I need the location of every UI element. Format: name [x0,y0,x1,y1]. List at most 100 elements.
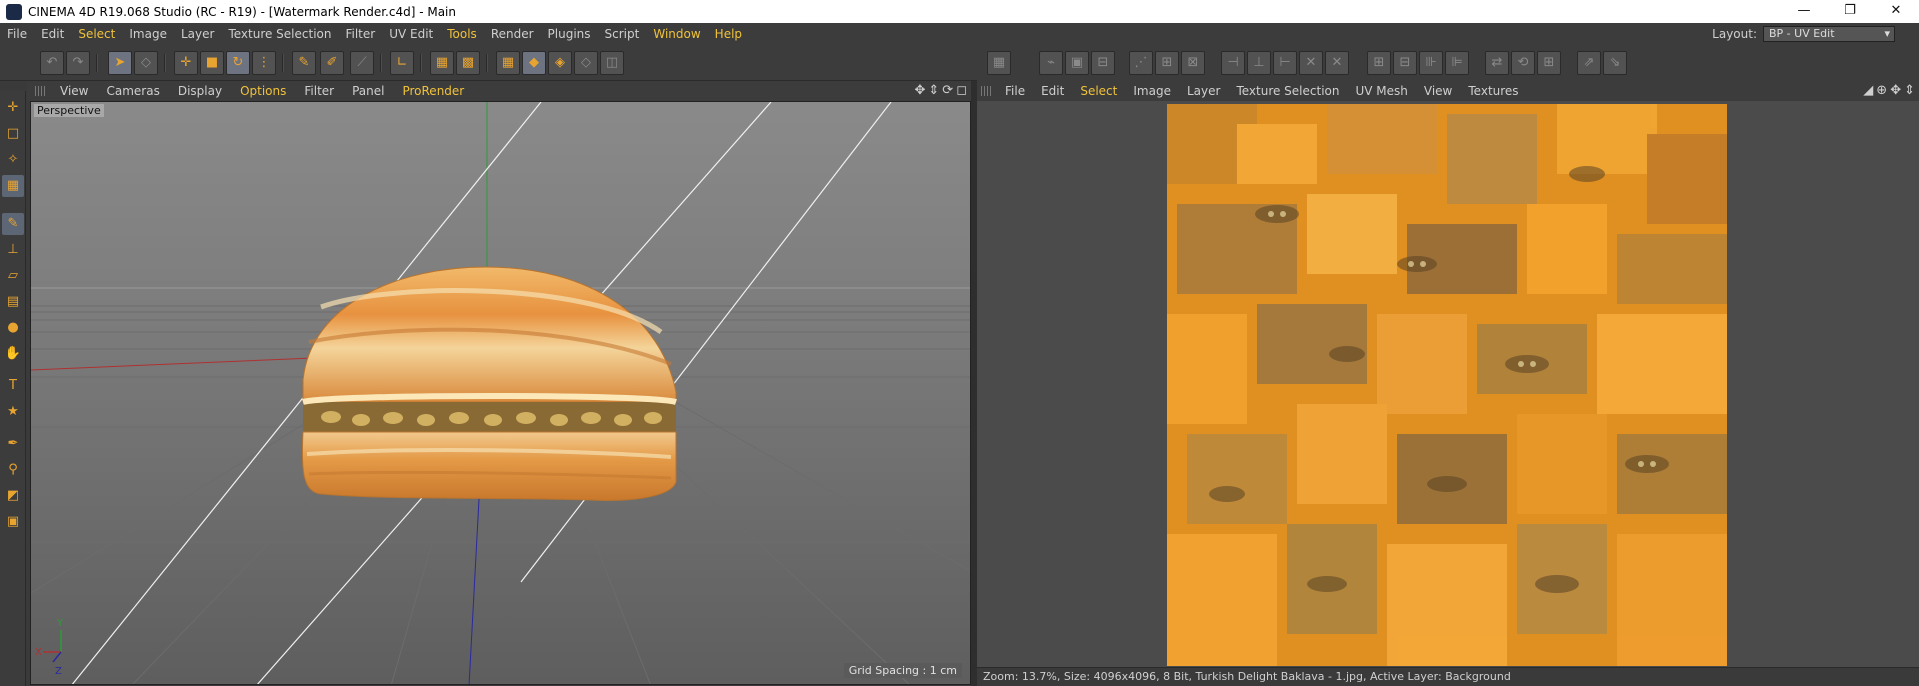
projection-icon[interactable]: ⟋ [350,51,374,75]
uv-align-left-icon[interactable]: ⊣ [1221,51,1245,75]
axis-icon[interactable]: ∟ [390,51,414,75]
uv-pack-icon[interactable]: ⊫ [1445,51,1469,75]
minimize-button[interactable]: — [1781,0,1827,23]
uv-menu-view[interactable]: View [1416,84,1460,98]
uv-frame-icon[interactable]: ▣ [1065,51,1089,75]
menu-plugins[interactable]: Plugins [541,27,598,41]
uv-menu-file[interactable]: File [997,84,1033,98]
viewport-menu-prorender[interactable]: ProRender [393,84,473,98]
stamp-tool-icon[interactable]: ⊥ [2,239,24,261]
menu-filter[interactable]: Filter [338,27,382,41]
uv-stack-icon[interactable]: ⊪ [1419,51,1443,75]
paint-3d-icon[interactable]: ✐ [320,51,344,75]
uv-menu-select[interactable]: Select [1072,84,1125,98]
zoom-view-icon[interactable]: ⇕ [928,83,939,98]
quick-mask-icon[interactable]: ▣ [2,511,24,533]
uv-fit-icon[interactable]: ⊞ [1537,51,1561,75]
scale-icon[interactable]: ■ [200,51,224,75]
viewport-menu-panel[interactable]: Panel [343,84,393,98]
uv-grip-icon[interactable] [981,86,991,96]
redo-icon[interactable]: ↷ [66,51,90,75]
selection-arrow-icon[interactable]: ➤ [108,51,132,75]
live-selection-icon[interactable]: ◇ [134,51,158,75]
polygons-mode-icon[interactable]: ◇ [574,51,598,75]
uv-menu-texture-selection[interactable]: Texture Selection [1228,84,1347,98]
transform-icon[interactable]: ⋮ [252,51,276,75]
viewport-menu-cameras[interactable]: Cameras [97,84,168,98]
menu-tools[interactable]: Tools [440,27,484,41]
maximize-view-icon[interactable]: ◻ [956,83,967,98]
menu-window[interactable]: Window [646,27,707,41]
uv-zoom-icon[interactable]: ⊟ [1091,51,1115,75]
uv-mode-icon[interactable]: ◫ [600,51,624,75]
rotate-icon[interactable]: ↻ [226,51,250,75]
uv-snap-icon[interactable]: ⊠ [1181,51,1205,75]
menu-uv-edit[interactable]: UV Edit [382,27,440,41]
menu-edit[interactable]: Edit [34,27,71,41]
uv-rotate-icon[interactable]: ⟲ [1511,51,1535,75]
maximize-button[interactable]: ❐ [1827,0,1873,23]
checker-tool-icon[interactable]: ▦ [2,175,24,197]
viewport-grip-icon[interactable] [35,86,45,96]
viewport-menu-options[interactable]: Options [231,84,295,98]
uv-align-center-icon[interactable]: ⊥ [1247,51,1271,75]
uv-lock-icon[interactable]: ⊕ [1876,83,1887,98]
text-tool-icon[interactable]: T [2,375,24,397]
uv-grid-icon[interactable]: ▦ [987,51,1011,75]
menu-render[interactable]: Render [484,27,541,41]
uv-dist-v-icon[interactable]: ⊟ [1393,51,1417,75]
uv-points-icon[interactable]: ⋰ [1129,51,1153,75]
rotate-view-icon[interactable]: ⟳ [942,83,953,98]
close-button[interactable]: ✕ [1873,0,1919,23]
eyedropper-tool-icon[interactable]: ✒ [2,433,24,455]
uv-histogram-icon[interactable]: ◢ [1863,83,1873,98]
points-mode-icon[interactable]: ◆ [522,51,546,75]
menu-texture-selection[interactable]: Texture Selection [221,27,338,41]
eraser-tool-icon[interactable]: ▱ [2,265,24,287]
uv-relax-icon[interactable]: ✕ [1299,51,1323,75]
viewport-menu-filter[interactable]: Filter [295,84,343,98]
uv-align-right-icon[interactable]: ⊢ [1273,51,1297,75]
uv-brush-icon[interactable]: ⌁ [1039,51,1063,75]
viewport-menu-display[interactable]: Display [169,84,231,98]
star-tool-icon[interactable]: ★ [2,401,24,423]
fill-tool-icon[interactable]: ● [2,317,24,339]
uv-grid-toggle-icon[interactable]: ⊞ [1155,51,1179,75]
render-picture-viewer-icon[interactable]: ▩ [456,51,480,75]
checker-icon[interactable]: ▦ [496,51,520,75]
move-icon[interactable]: ✛ [174,51,198,75]
uv-settings-icon[interactable]: ⇘ [1603,51,1627,75]
move-tool-icon[interactable]: ✛ [2,97,24,119]
uv-menu-image[interactable]: Image [1125,84,1179,98]
menu-image[interactable]: Image [122,27,174,41]
uv-menu-layer[interactable]: Layer [1179,84,1228,98]
uv-dist-h-icon[interactable]: ⊞ [1367,51,1391,75]
uv-texture-view[interactable] [977,101,1919,667]
perspective-viewport[interactable]: Y X Z Perspective Grid Spacing : 1 cm [30,101,971,685]
menu-file[interactable]: File [0,27,34,41]
uv-optimal-icon[interactable]: ✕ [1325,51,1349,75]
uv-menu-uv-mesh[interactable]: UV Mesh [1347,84,1415,98]
menu-select[interactable]: Select [71,27,122,41]
layout-dropdown[interactable]: BP - UV Edit [1763,26,1895,42]
move-view-icon[interactable]: ✥ [914,83,925,98]
menu-script[interactable]: Script [598,27,647,41]
menu-help[interactable]: Help [708,27,749,41]
gradient-tool-icon[interactable]: ▤ [2,291,24,313]
uv-zoom-view-icon[interactable]: ⇕ [1904,83,1915,98]
menu-layer[interactable]: Layer [174,27,221,41]
smudge-tool-icon[interactable]: ✋ [2,343,24,365]
brush-tool-icon[interactable]: ✎ [2,213,24,235]
uv-export-icon[interactable]: ⇗ [1577,51,1601,75]
viewport-menu-view[interactable]: View [51,84,97,98]
zoom-tool-icon[interactable]: ⚲ [2,459,24,481]
uv-move-view-icon[interactable]: ✥ [1890,83,1901,98]
uv-menu-edit[interactable]: Edit [1033,84,1072,98]
uv-mirror-icon[interactable]: ⇄ [1485,51,1509,75]
edges-mode-icon[interactable]: ◈ [548,51,572,75]
render-view-icon[interactable]: ▦ [430,51,454,75]
uv-menu-textures[interactable]: Textures [1460,84,1526,98]
undo-icon[interactable]: ↶ [40,51,64,75]
paint-brush-icon[interactable]: ✎ [292,51,316,75]
color-swatch-icon[interactable]: ◩ [2,485,24,507]
